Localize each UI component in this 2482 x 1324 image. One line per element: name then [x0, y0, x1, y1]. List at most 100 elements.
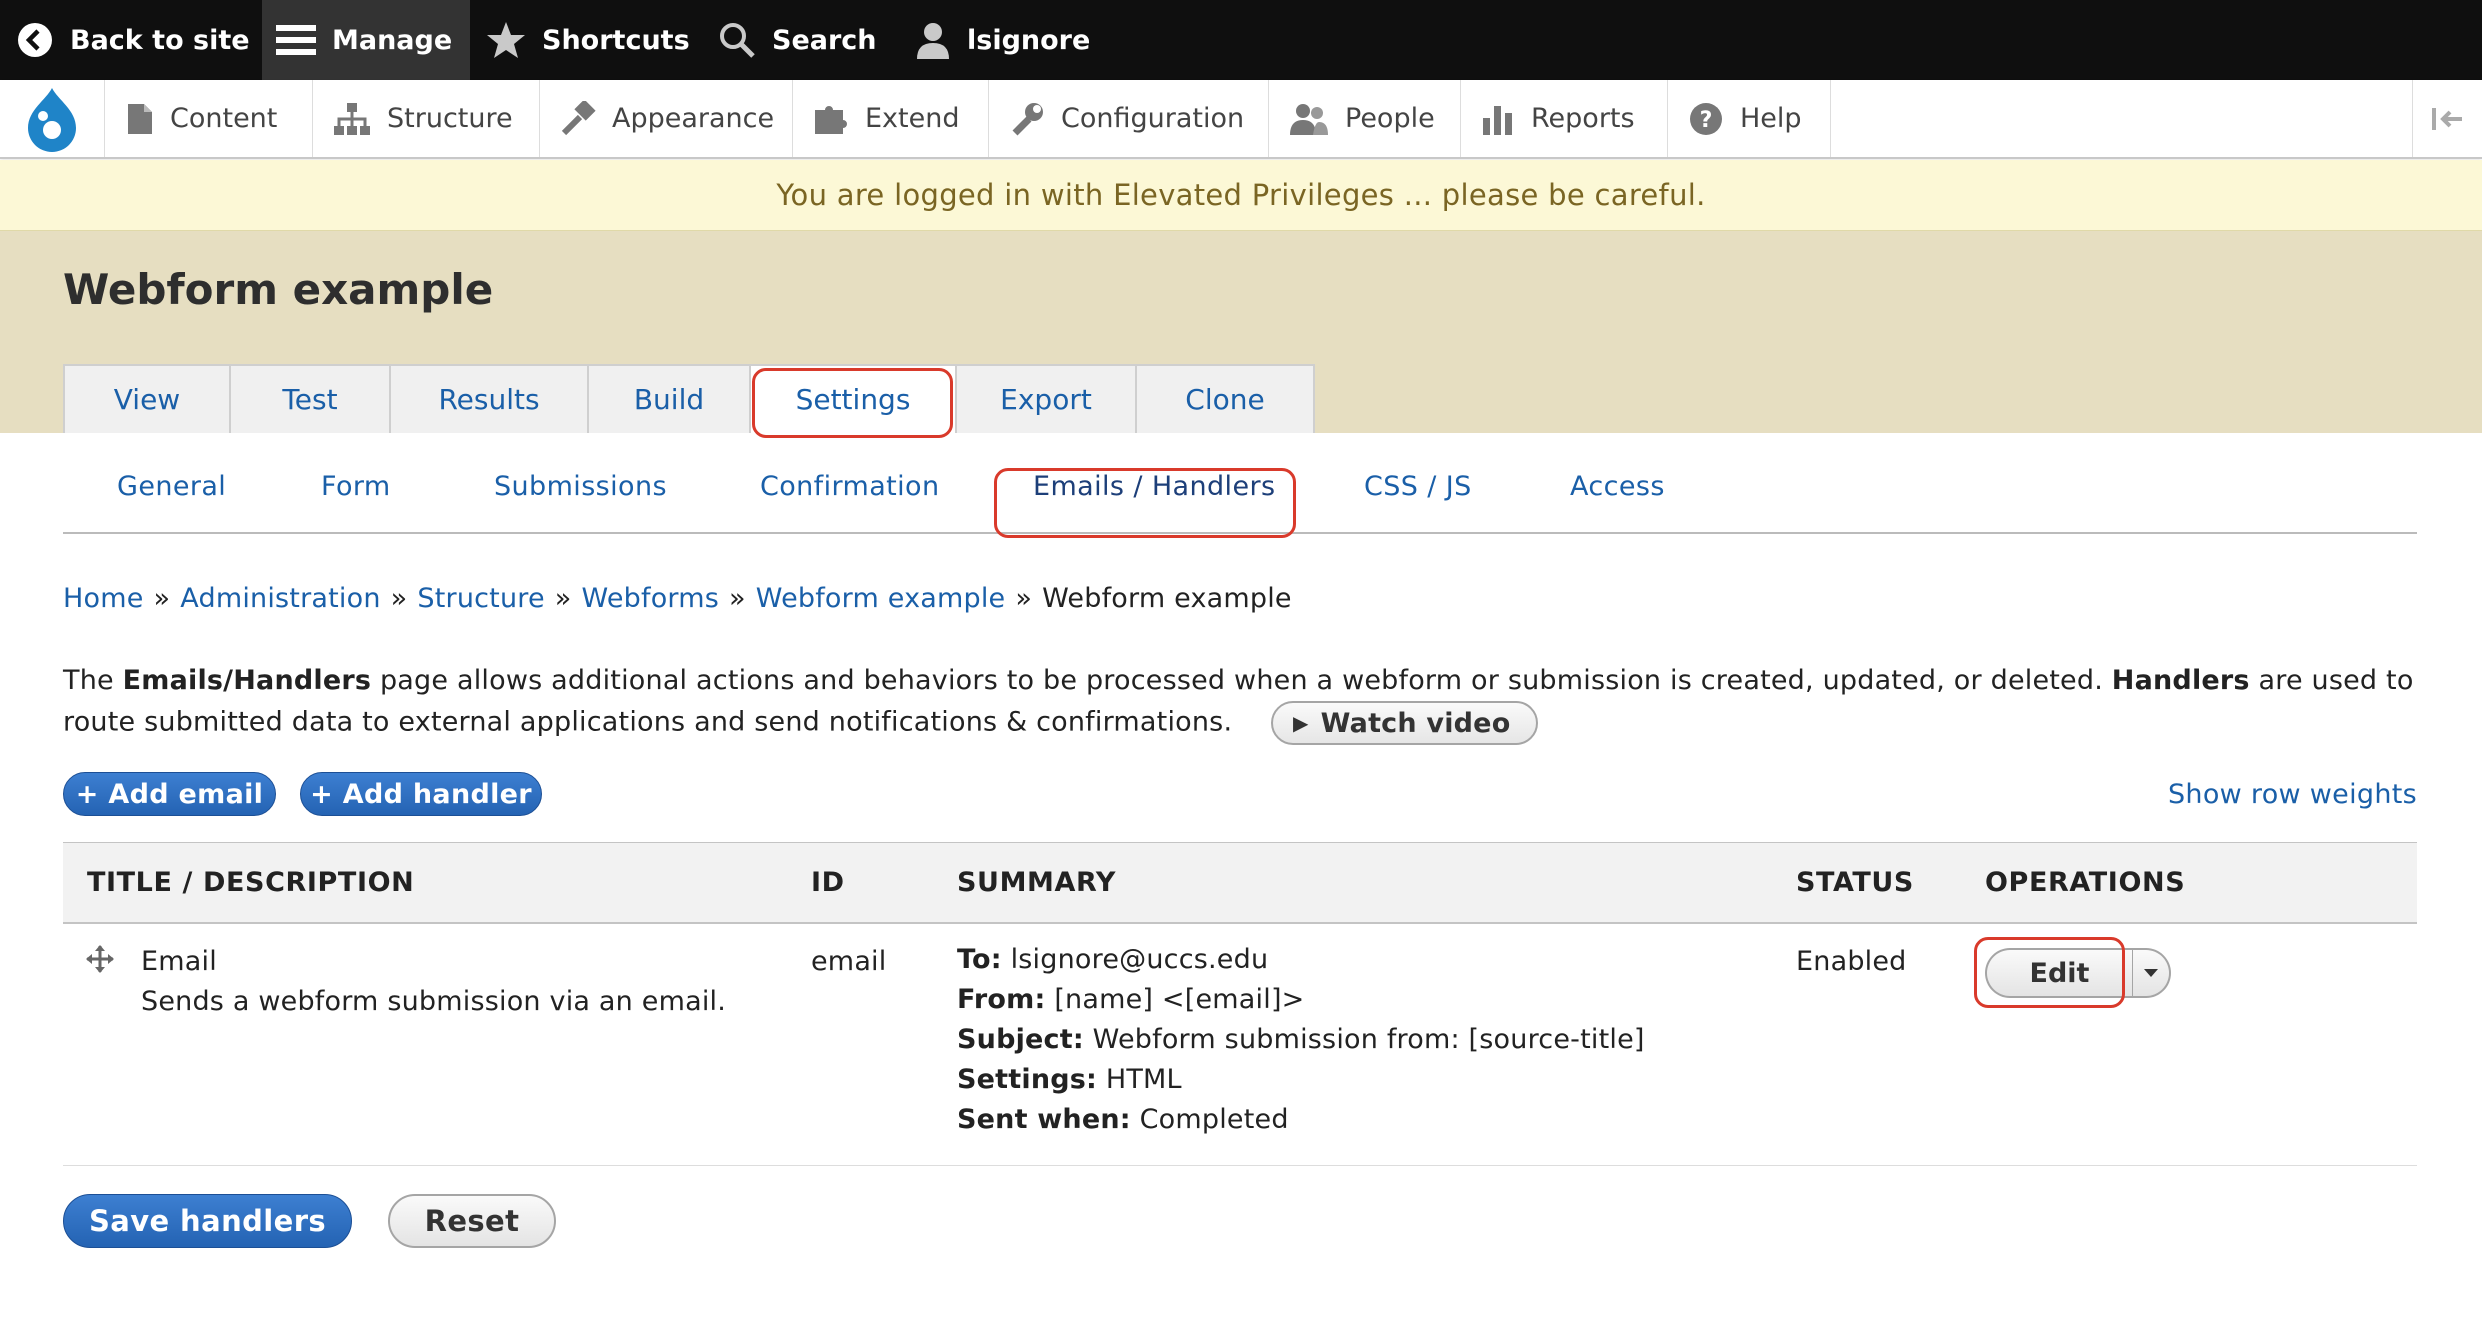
primary-tabs: View Test Results Build Settings Export …: [63, 364, 1315, 433]
summary-to: To: lsignore@uccs.edu: [957, 944, 1645, 984]
collapse-toolbar-button[interactable]: [2412, 80, 2482, 157]
summary-key: Settings:: [957, 1064, 1098, 1095]
search-icon: [718, 21, 756, 59]
menu-reports-label: Reports: [1531, 103, 1635, 134]
subtab-access[interactable]: Access: [1570, 471, 1665, 502]
extend-icon: [813, 102, 849, 136]
settings-tab-highlight: [752, 368, 953, 438]
subtab-submissions[interactable]: Submissions: [494, 471, 667, 502]
tab-test[interactable]: Test: [229, 364, 389, 433]
table-header: TITLE / DESCRIPTION ID SUMMARY STATUS OP…: [63, 842, 2417, 924]
handler-id: email: [811, 946, 887, 977]
menu-extend[interactable]: Extend: [793, 80, 989, 157]
summary-key: Subject:: [957, 1024, 1084, 1055]
back-to-site-label: Back to site: [70, 24, 250, 56]
caret-down-icon: [2144, 969, 2158, 977]
user-label: lsignore: [967, 24, 1091, 56]
drupal-logo[interactable]: [0, 80, 105, 157]
tab-clone[interactable]: Clone: [1135, 364, 1315, 433]
show-row-weights-link[interactable]: Show row weights: [2168, 779, 2417, 810]
breadcrumb-separator: »: [1015, 583, 1033, 614]
operations-toggle-button[interactable]: [2133, 948, 2171, 998]
user-icon: [915, 21, 951, 59]
user-tab[interactable]: lsignore: [915, 0, 1090, 80]
edit-button-highlight: [1974, 937, 2125, 1008]
column-header-summary: SUMMARY: [957, 867, 1117, 898]
menu-configuration[interactable]: Configuration: [989, 80, 1269, 157]
summary-settings: Settings: HTML: [957, 1064, 1645, 1104]
description-emphasis: Handlers: [2111, 665, 2250, 696]
add-handler-button[interactable]: + Add handler: [300, 772, 542, 816]
description-text: page allows additional actions and behav…: [371, 665, 2112, 696]
page-header: Webform example View Test Results Build …: [0, 231, 2482, 433]
elevated-privileges-warning: You are logged in with Elevated Privileg…: [0, 160, 2482, 231]
shortcuts-label: Shortcuts: [542, 24, 690, 56]
breadcrumb-current: Webform example: [1042, 583, 1292, 614]
summary-from: From: [name] <[email]>: [957, 984, 1645, 1024]
menu-people[interactable]: People: [1269, 80, 1461, 157]
handler-summary: To: lsignore@uccs.edu From: [name] <[ema…: [957, 944, 1645, 1144]
menu-extend-label: Extend: [865, 103, 960, 134]
menu-people-label: People: [1345, 103, 1435, 134]
breadcrumb-home[interactable]: Home: [63, 583, 144, 614]
tab-build[interactable]: Build: [587, 364, 749, 433]
tab-export[interactable]: Export: [955, 364, 1135, 433]
appearance-icon: [560, 100, 596, 137]
svg-text:?: ?: [1700, 108, 1713, 133]
summary-value: [name] <[email]>: [1054, 984, 1305, 1015]
shortcuts-tab[interactable]: Shortcuts: [486, 0, 690, 80]
watch-video-button[interactable]: ▶ Watch video: [1271, 701, 1539, 745]
breadcrumb-administration[interactable]: Administration: [180, 583, 380, 614]
menu-structure[interactable]: Structure: [313, 80, 540, 157]
save-handlers-button[interactable]: Save handlers: [63, 1194, 352, 1248]
emails-handlers-tab-highlight: [994, 468, 1296, 538]
summary-key: To:: [957, 944, 1002, 975]
menu-appearance[interactable]: Appearance: [540, 80, 793, 157]
breadcrumb-structure[interactable]: Structure: [417, 583, 544, 614]
search-label: Search: [772, 24, 877, 56]
summary-key: Sent when:: [957, 1104, 1131, 1135]
description-text: The: [63, 665, 123, 696]
structure-icon: [333, 102, 371, 136]
drag-handle-icon[interactable]: [85, 944, 115, 981]
menu-help-label: Help: [1740, 103, 1802, 134]
breadcrumb-webform-example[interactable]: Webform example: [756, 583, 1006, 614]
reset-button[interactable]: Reset: [388, 1194, 556, 1248]
column-header-title: TITLE / DESCRIPTION: [87, 867, 415, 898]
menu-appearance-label: Appearance: [612, 103, 775, 134]
back-to-site-link[interactable]: Back to site: [16, 0, 250, 80]
description-emphasis: Emails/Handlers: [122, 665, 372, 696]
summary-sent-when: Sent when: Completed: [957, 1104, 1645, 1144]
column-header-operations: OPERATIONS: [1985, 867, 2186, 898]
toolbar-bar: Back to site Manage Shortcuts Search lsi…: [0, 0, 2482, 80]
add-email-button[interactable]: + Add email: [63, 772, 276, 816]
breadcrumb-webforms[interactable]: Webforms: [582, 583, 719, 614]
summary-value: lsignore@uccs.edu: [1010, 944, 1269, 975]
breadcrumb-separator: »: [390, 583, 408, 614]
search-tab[interactable]: Search: [718, 0, 877, 80]
manage-label: Manage: [332, 24, 453, 56]
wrench-icon: [1009, 101, 1045, 137]
menu-content[interactable]: Content: [106, 80, 313, 157]
menu-help[interactable]: ? Help: [1668, 80, 1831, 157]
breadcrumb-separator: »: [153, 583, 171, 614]
drupal-drop-icon: [28, 87, 76, 152]
hamburger-icon: [276, 23, 316, 57]
watch-video-label: Watch video: [1320, 707, 1511, 739]
summary-subject: Subject: Webform submission from: [sourc…: [957, 1024, 1645, 1064]
help-icon: ?: [1688, 101, 1724, 137]
handler-title-link[interactable]: Email: [141, 946, 217, 977]
subtab-form[interactable]: Form: [321, 471, 391, 502]
summary-value: Completed: [1139, 1104, 1289, 1135]
tab-results[interactable]: Results: [389, 364, 587, 433]
manage-tab[interactable]: Manage: [262, 0, 470, 80]
menu-reports[interactable]: Reports: [1461, 80, 1668, 157]
tab-view[interactable]: View: [63, 364, 229, 433]
subtab-confirmation[interactable]: Confirmation: [760, 471, 939, 502]
handler-status: Enabled: [1796, 946, 1907, 977]
summary-value: Webform submission from: [source-title]: [1092, 1024, 1645, 1055]
subtab-css-js[interactable]: CSS / JS: [1364, 471, 1472, 502]
subtab-general[interactable]: General: [117, 471, 226, 502]
breadcrumb: Home » Administration » Structure » Webforms » W…: [63, 583, 1292, 614]
summary-value: HTML: [1105, 1064, 1182, 1095]
